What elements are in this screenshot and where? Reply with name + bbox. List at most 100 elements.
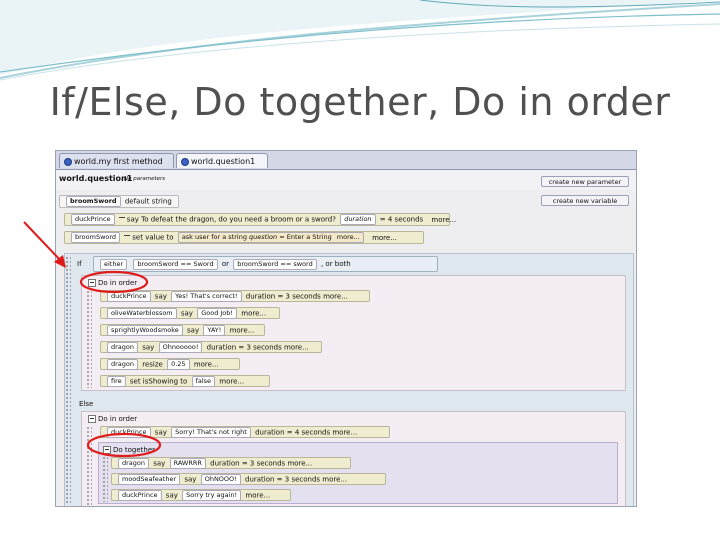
duration-value[interactable]: = 4 seconds (380, 216, 423, 224)
if-else-block[interactable]: If either broomSword == Sword or broomSw… (64, 253, 634, 506)
verb: say (187, 326, 200, 335)
more-button[interactable]: more... (431, 216, 456, 224)
verb: say (153, 459, 166, 468)
extra-param[interactable]: duration = 3 seconds (246, 293, 321, 301)
statement-set-value[interactable]: broomSword set value to ask user for a s… (64, 231, 424, 244)
arg-pill[interactable]: Sorry! That's not right (171, 427, 251, 438)
method-tab-bar: world.my first method world.question1 (56, 151, 636, 170)
alice-editor-screenshot: world.my first method world.question1 wo… (55, 150, 637, 507)
if-do-in-order-block[interactable]: Do in order duckPrince say Yes! That's c… (81, 275, 626, 391)
arg-pill[interactable]: Ohnooooo! (158, 342, 203, 353)
drag-handle[interactable] (86, 426, 92, 506)
do-in-order-header[interactable]: Do in order (88, 278, 137, 288)
tab-world-my-first-method[interactable]: world.my first method (59, 153, 174, 168)
if-keyword: If (77, 260, 82, 268)
subject-pill[interactable]: broomSword (71, 232, 121, 243)
more-button[interactable]: more... (322, 476, 347, 484)
drag-handle[interactable] (86, 290, 92, 388)
else-keyword: Else (79, 400, 94, 408)
more-button[interactable]: more... (287, 460, 312, 468)
cond-op: == (280, 259, 292, 268)
do-in-order-header[interactable]: Do in order (88, 414, 137, 424)
duration-label: duration (340, 214, 376, 225)
collapse-icon[interactable] (88, 279, 96, 287)
tab-world-question1[interactable]: world.question1 (176, 153, 268, 168)
subject-pill[interactable]: oliveWaterblossom (107, 308, 177, 319)
or-both-label: , or both (320, 260, 351, 268)
if-row-3[interactable]: sprightlyWoodsmoke say YAY! more... (100, 324, 265, 336)
extra-param[interactable]: duration = 3 seconds (207, 344, 282, 352)
arg-pill[interactable]: RAWRRR (169, 458, 206, 469)
drag-handle[interactable] (102, 456, 108, 502)
together-row-3[interactable]: duckPrince say Sorry try again! more... (111, 489, 291, 501)
together-row-1[interactable]: dragon say RAWRRR duration = 3 seconds m… (111, 457, 351, 469)
cond-val: sword (293, 259, 313, 268)
method-params: No parameters (124, 176, 166, 182)
say-text[interactable]: To defeat the dragon, do you need a broo… (141, 216, 336, 224)
if-row-5[interactable]: dragon resize 0.25 more... (100, 358, 240, 370)
subject-pill[interactable]: moodSeafeather (118, 474, 181, 485)
create-new-variable-button[interactable]: create new variable (541, 195, 629, 206)
more-button[interactable]: more... (219, 378, 244, 386)
verb: say (154, 292, 167, 301)
if-row-2[interactable]: oliveWaterblossom say Good Job! more... (100, 307, 280, 319)
verb: set isShowing to (129, 377, 188, 386)
subject-pill[interactable]: dragon (107, 342, 139, 353)
variable-name[interactable]: broomSword (66, 196, 121, 207)
condition-1[interactable]: broomSword == Sword (133, 258, 218, 270)
more-button[interactable]: more... (332, 429, 357, 437)
if-condition[interactable]: either broomSword == Sword or broomSword… (93, 256, 438, 272)
verb: set value to (132, 233, 174, 242)
arg-pill[interactable]: false (191, 376, 216, 387)
condition-2[interactable]: broomSword == sword (233, 258, 317, 270)
more-button[interactable]: more... (337, 233, 360, 241)
question-value[interactable]: = Enter a String (279, 233, 331, 241)
do-together-header[interactable]: Do together (103, 445, 155, 455)
subject-pill[interactable]: sprightlyWoodsmoke (107, 325, 183, 336)
verb: say (184, 475, 197, 484)
arg-pill[interactable]: YAY! (203, 325, 226, 336)
create-new-parameter-button[interactable]: create new parameter (541, 176, 629, 187)
subject-pill[interactable]: dragon (107, 359, 139, 370)
either-function[interactable]: either (100, 258, 128, 270)
if-row-6[interactable]: fire set isShowing to false more... (100, 375, 270, 387)
arg-pill[interactable]: Yes! That's correct! (171, 291, 242, 302)
ask-label: ask user for a string (181, 233, 247, 241)
subject-pill[interactable]: duckPrince (107, 427, 151, 438)
together-row-2[interactable]: moodSeafeather say OhNOOO! duration = 3 … (111, 473, 386, 485)
ask-user-function[interactable]: ask user for a string question = Enter a… (177, 232, 364, 243)
more-button[interactable]: more... (323, 293, 348, 301)
statement-duck-say[interactable]: duckPrince say To defeat the dragon, do … (64, 213, 456, 226)
extra-param[interactable]: duration = 3 seconds (245, 476, 320, 484)
more-button[interactable]: more... (241, 310, 266, 318)
subject-pill[interactable]: duckPrince (107, 291, 151, 302)
else-row-1[interactable]: duckPrince say Sorry! That's not right d… (100, 426, 390, 438)
more-button[interactable]: more... (245, 492, 270, 500)
more-button[interactable]: more... (284, 344, 309, 352)
extra-param[interactable]: duration = 3 seconds (210, 460, 285, 468)
do-together-block[interactable]: Do together dragon say RAWRRR duration =… (98, 442, 618, 504)
subject-pill[interactable]: dragon (118, 458, 150, 469)
method-name: world.question1 (59, 174, 133, 183)
arg-pill[interactable]: 0.25 (167, 359, 190, 370)
subject-pill[interactable]: fire (107, 376, 126, 387)
collapse-icon[interactable] (103, 446, 111, 454)
drag-handle[interactable] (65, 256, 71, 504)
extra-param[interactable]: duration = 4 seconds (255, 429, 330, 437)
arg-pill[interactable]: OhNOOO! (200, 474, 241, 485)
else-do-in-order-block[interactable]: Do in order duckPrince say Sorry! That's… (81, 411, 626, 506)
more-button[interactable]: more... (372, 234, 397, 242)
slide-title: If/Else, Do together, Do in order (49, 80, 671, 124)
verb: say (165, 491, 178, 500)
arg-pill[interactable]: Sorry try again! (182, 490, 242, 501)
collapse-icon[interactable] (88, 415, 96, 423)
if-row-1[interactable]: duckPrince say Yes! That's correct! dura… (100, 290, 370, 302)
subject-pill[interactable]: duckPrince (118, 490, 162, 501)
if-row-4[interactable]: dragon say Ohnooooo! duration = 3 second… (100, 341, 322, 353)
more-button[interactable]: more... (194, 361, 219, 369)
more-button[interactable]: more... (230, 327, 255, 335)
subject-pill[interactable]: duckPrince (71, 214, 115, 225)
arg-pill[interactable]: Good Job! (197, 308, 238, 319)
do-together-label: Do together (113, 446, 156, 454)
variable-declaration[interactable]: broomSword default string (59, 195, 179, 208)
